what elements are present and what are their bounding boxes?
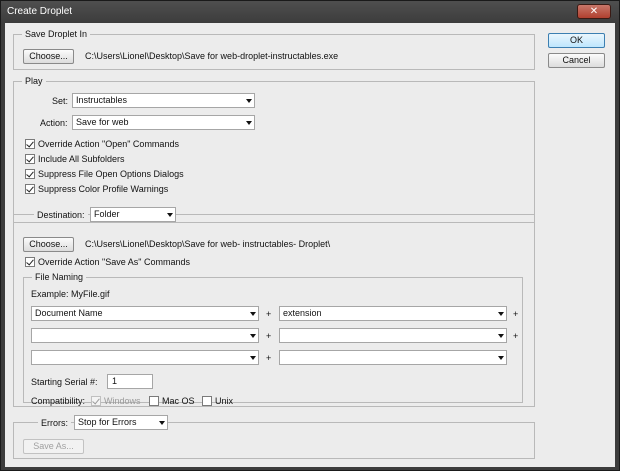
plus-sign: +: [266, 309, 272, 319]
chevron-down-icon: [250, 356, 256, 360]
plus-sign: +: [513, 331, 519, 341]
chevron-down-icon: [498, 356, 504, 360]
compat-macos-checkbox[interactable]: Mac OS: [149, 395, 195, 407]
naming-right-select-1[interactable]: extension: [279, 306, 507, 321]
compat-windows-label: Windows: [104, 396, 141, 406]
override-open-checkbox[interactable]: Override Action "Open" Commands: [25, 138, 179, 150]
include-subfolders-checkbox[interactable]: Include All Subfolders: [25, 153, 125, 165]
file-naming-example: Example: MyFile.gif: [31, 289, 110, 299]
close-button[interactable]: ✕: [577, 4, 611, 19]
set-select[interactable]: Instructables: [72, 93, 255, 108]
errors-label: Errors:: [38, 417, 71, 429]
naming-left-select-3[interactable]: [31, 350, 259, 365]
chevron-down-icon: [250, 334, 256, 338]
destination-group: Destination: Folder Choose... C:\Users\L…: [13, 207, 535, 407]
serial-input[interactable]: 1: [107, 374, 153, 389]
errors-select[interactable]: Stop for Errors: [74, 415, 168, 430]
chevron-down-icon: [246, 99, 252, 103]
create-droplet-window: Create Droplet ✕ Save Droplet In Choose.…: [0, 0, 620, 471]
chevron-down-icon: [246, 121, 252, 125]
suppress-open-dialogs-label: Suppress File Open Options Dialogs: [38, 169, 184, 179]
checkbox-box: [91, 396, 101, 406]
save-droplet-group-label: Save Droplet In: [22, 28, 91, 40]
set-label: Set:: [52, 96, 69, 106]
window-title: Create Droplet: [7, 6, 73, 17]
chevron-down-icon: [498, 334, 504, 338]
checkbox-box: [25, 257, 35, 267]
checkbox-box: [25, 154, 35, 164]
chevron-down-icon: [498, 312, 504, 316]
destination-label: Destination:: [34, 209, 88, 221]
override-open-label: Override Action "Open" Commands: [38, 139, 179, 149]
checkbox-box: [202, 396, 212, 406]
serial-label: Starting Serial #:: [31, 377, 98, 387]
droplet-path: C:\Users\Lionel\Desktop\Save for web-dro…: [85, 51, 339, 61]
errors-save-as-button[interactable]: Save As...: [23, 439, 84, 454]
dialog-body: Save Droplet In Choose... C:\Users\Lione…: [5, 23, 615, 467]
droplet-choose-button[interactable]: Choose...: [23, 49, 74, 64]
suppress-open-dialogs-checkbox[interactable]: Suppress File Open Options Dialogs: [25, 168, 184, 180]
chevron-down-icon: [159, 421, 165, 425]
checkbox-box: [25, 169, 35, 179]
checkbox-box: [149, 396, 159, 406]
play-group: Play Set: Instructables Action: Save for…: [13, 75, 535, 223]
override-save-as-label: Override Action "Save As" Commands: [38, 257, 190, 267]
action-label: Action:: [40, 118, 68, 128]
plus-sign: +: [266, 353, 272, 363]
compatibility-label: Compatibility:: [31, 396, 86, 406]
file-naming-group: File Naming Example: MyFile.gif Document…: [23, 271, 523, 406]
compat-unix-checkbox[interactable]: Unix: [202, 395, 233, 407]
suppress-color-warnings-label: Suppress Color Profile Warnings: [38, 184, 169, 194]
suppress-color-warnings-checkbox[interactable]: Suppress Color Profile Warnings: [25, 183, 168, 195]
checkbox-box: [25, 139, 35, 149]
destination-value: Folder: [94, 209, 120, 219]
compat-macos-label: Mac OS: [162, 396, 195, 406]
destination-select[interactable]: Folder: [90, 207, 176, 222]
compat-unix-label: Unix: [215, 396, 234, 406]
chevron-down-icon: [167, 213, 173, 217]
errors-group: Errors: Stop for Errors Save As...: [13, 415, 535, 459]
include-subfolders-label: Include All Subfolders: [38, 154, 125, 164]
file-naming-group-label: File Naming: [32, 271, 87, 283]
compat-windows-checkbox[interactable]: Windows: [91, 395, 141, 407]
naming-left-select-2[interactable]: [31, 328, 259, 343]
action-select[interactable]: Save for web: [72, 115, 255, 130]
checkbox-box: [25, 184, 35, 194]
action-value: Save for web: [76, 117, 129, 127]
chevron-down-icon: [250, 312, 256, 316]
cancel-button[interactable]: Cancel: [548, 53, 605, 68]
plus-sign: +: [513, 309, 519, 319]
naming-right-select-3[interactable]: [279, 350, 507, 365]
destination-choose-button[interactable]: Choose...: [23, 237, 74, 252]
set-value: Instructables: [76, 95, 128, 105]
naming-left-value-1: Document Name: [35, 308, 103, 318]
override-save-as-checkbox[interactable]: Override Action "Save As" Commands: [25, 256, 190, 268]
destination-path: C:\Users\Lionel\Desktop\Save for web- in…: [85, 239, 331, 249]
naming-left-select-1[interactable]: Document Name: [31, 306, 259, 321]
naming-right-value-1: extension: [283, 308, 322, 318]
ok-button[interactable]: OK: [548, 33, 605, 48]
play-group-label: Play: [22, 75, 46, 87]
title-bar[interactable]: Create Droplet ✕: [1, 1, 619, 23]
save-droplet-group: Save Droplet In Choose... C:\Users\Lione…: [13, 28, 535, 70]
plus-sign: +: [266, 331, 272, 341]
naming-right-select-2[interactable]: [279, 328, 507, 343]
errors-value: Stop for Errors: [78, 417, 137, 427]
